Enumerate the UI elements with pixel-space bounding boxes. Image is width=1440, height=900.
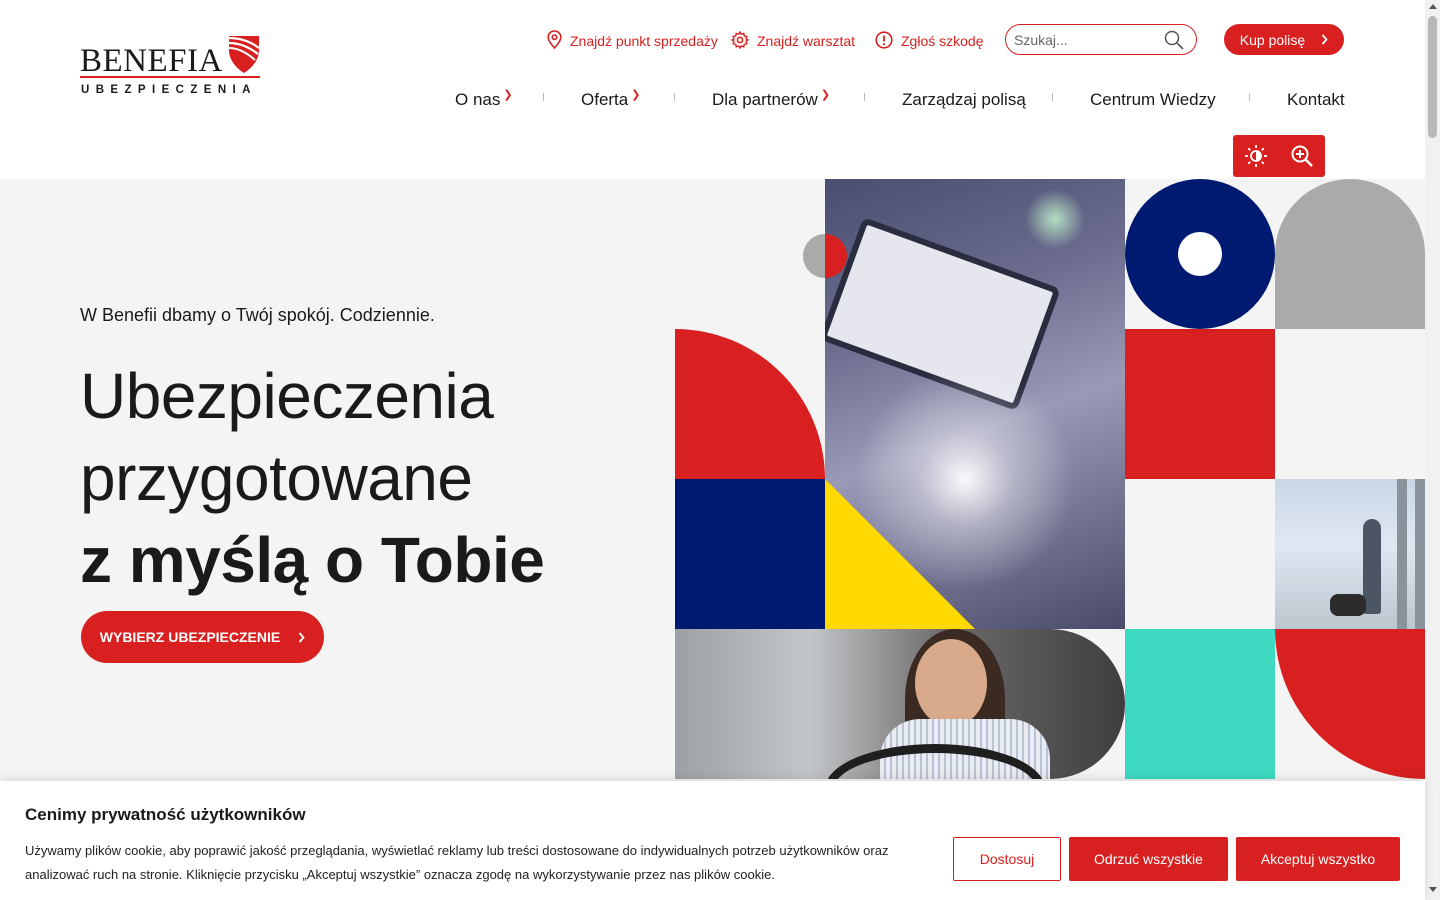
nav-separator [1249, 93, 1250, 101]
airport-photo [1275, 479, 1425, 629]
nav-label: Oferta [581, 90, 629, 109]
chevron-down-icon: ❯ [820, 89, 831, 101]
zoom-in-icon [1291, 145, 1313, 167]
nav-item-offer[interactable]: Oferta ❯ [581, 90, 640, 110]
chevron-right-icon [299, 631, 305, 643]
find-workshop-link[interactable]: Znajdź warsztat [731, 30, 855, 49]
chevron-down-icon: ❯ [503, 89, 513, 101]
accessibility-toolbar [1233, 135, 1325, 177]
nav-item-knowledge-center[interactable]: Centrum Wiedzy [1090, 90, 1216, 110]
logo-underline [80, 76, 260, 78]
chevron-right-icon [1322, 34, 1328, 45]
yellow-triangle-tile [825, 479, 975, 629]
nav-label: Zarządzaj polisą [902, 90, 1026, 109]
find-sales-point-label: Znajdź punkt sprzedaży [570, 33, 718, 49]
search-input[interactable] [1014, 30, 1164, 50]
driver-photo [675, 629, 1125, 779]
nav-item-partners[interactable]: Dla partnerów ❯ [712, 90, 830, 110]
teal-square-tile [1125, 629, 1275, 779]
chevron-down-icon: ❯ [631, 89, 641, 101]
alert-circle-icon [875, 30, 893, 49]
nav-separator [543, 93, 544, 101]
scroll-down-arrow[interactable] [1429, 887, 1437, 892]
zoom-button[interactable] [1279, 135, 1325, 177]
gear-icon [731, 30, 749, 49]
buy-policy-label: Kup polisę [1239, 31, 1306, 48]
nav-item-manage-policy[interactable]: Zarządzaj polisą [902, 90, 1026, 110]
search-box [1005, 24, 1197, 55]
find-sales-point-link[interactable]: Znajdź punkt sprzedaży [547, 30, 718, 49]
hero-mosaic [675, 179, 1425, 779]
red-quarter-tile [675, 329, 825, 479]
nav-separator [1052, 93, 1053, 101]
search-icon[interactable] [1164, 30, 1184, 50]
half-circle-dot [803, 234, 847, 278]
reject-all-button[interactable]: Odrzuć wszystkie [1069, 837, 1228, 881]
cookie-banner: Cenimy prywatność użytkowników Używamy p… [0, 781, 1425, 900]
red-quarter-tile-bottom [1275, 629, 1425, 779]
navy-square-tile [675, 479, 825, 629]
site-header: BENEFIA UBEZPIECZENIA Znajdź punkt sprze… [0, 0, 1425, 179]
navy-ring-tile [1125, 179, 1275, 329]
cookie-text-line-1: Używamy plików cookie, aby poprawić jako… [25, 843, 889, 858]
logo-subtitle: UBEZPIECZENIA [81, 84, 257, 96]
nav-label: Kontakt [1287, 90, 1345, 109]
report-claim-link[interactable]: Zgłoś szkodę [875, 30, 983, 49]
nav-separator [674, 93, 675, 101]
scrollbar-thumb[interactable] [1428, 16, 1437, 138]
sun-icon [1245, 145, 1267, 167]
cookie-title: Cenimy prywatność użytkowników [25, 805, 306, 824]
nav-item-about[interactable]: O nas ❯ [455, 90, 513, 110]
nav-label: Centrum Wiedzy [1090, 90, 1216, 109]
nav-item-contact[interactable]: Kontakt [1287, 90, 1345, 110]
hero-title-line-2: przygotowane [80, 442, 473, 514]
contrast-button[interactable] [1233, 135, 1279, 177]
customize-button[interactable]: Dostosuj [953, 837, 1061, 881]
hero-title-line-1: Ubezpieczenia [80, 360, 494, 432]
nav-label: O nas [455, 90, 501, 109]
grey-arch-tile [1275, 179, 1425, 329]
map-pin-icon [547, 30, 562, 49]
choose-insurance-label: WYBIERZ UBEZPIECZENIE [99, 629, 281, 645]
logo-wordmark: BENEFIA [80, 43, 223, 79]
cookie-text-line-2: analizować ruch na stronie. Kliknięcie p… [25, 867, 775, 882]
scroll-up-arrow[interactable] [1429, 4, 1437, 9]
find-workshop-label: Znajdź warsztat [757, 33, 856, 49]
hero-title-line-3: z myślą o Tobie [80, 524, 545, 596]
hero-subtitle: W Benefii dbamy o Twój spokój. Codzienni… [80, 305, 435, 325]
choose-insurance-button[interactable]: WYBIERZ UBEZPIECZENIE [81, 611, 324, 663]
scrollbar-track[interactable] [1425, 0, 1440, 900]
shield-logo-icon [228, 36, 260, 73]
nav-separator [864, 93, 865, 101]
nav-label: Dla partnerów [712, 90, 818, 109]
benefia-logo[interactable]: BENEFIA UBEZPIECZENIA [80, 30, 262, 102]
buy-policy-button[interactable]: Kup polisę [1224, 24, 1344, 55]
report-claim-label: Zgłoś szkodę [901, 33, 984, 49]
accept-all-button[interactable]: Akceptuj wszystko [1236, 837, 1400, 881]
red-square-tile [1125, 329, 1275, 479]
